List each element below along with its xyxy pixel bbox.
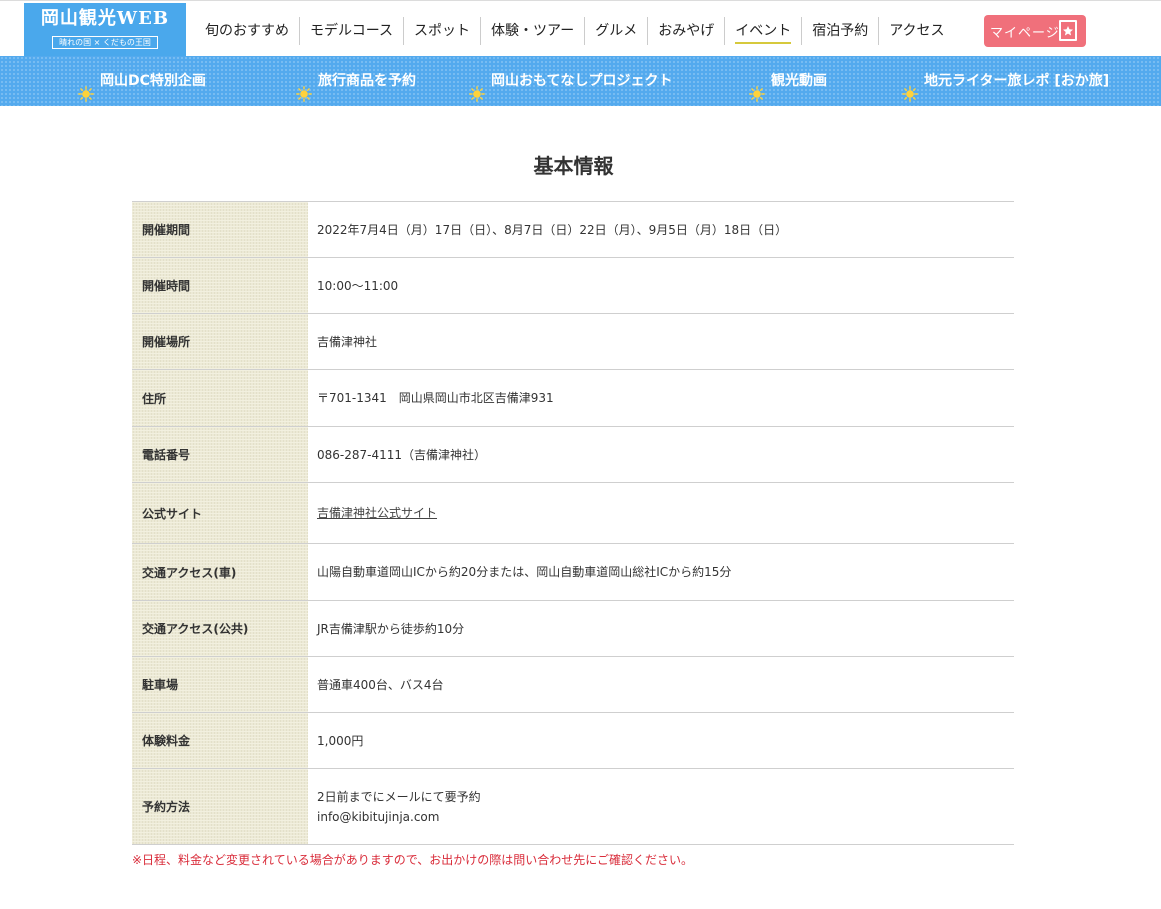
subnav-label: 観光動画: [771, 73, 827, 89]
row-value: 普通車400台、バス4台: [308, 656, 1014, 713]
row-label: 開催期間: [132, 201, 308, 258]
table-row: 開催時間 10:00〜11:00: [132, 257, 1014, 314]
table-row: 駐車場 普通車400台、バス4台: [132, 656, 1014, 713]
subnav-label: 地元ライター旅レポ [おか旅]: [924, 73, 1110, 89]
row-label: 予約方法: [132, 768, 308, 845]
nav-item-access[interactable]: アクセス: [879, 17, 954, 45]
row-label: 開催時間: [132, 257, 308, 314]
table-row: 体験料金 1,000円: [132, 712, 1014, 769]
table-row: 住所 〒701-1341 岡山県岡山市北区吉備津931: [132, 369, 1014, 427]
section-title: 基本情報: [533, 154, 614, 178]
sun-icon: [902, 73, 918, 102]
subnav-item-dc-special[interactable]: 岡山DC特別企画: [78, 56, 206, 106]
change-notice: ※日程、料金など変更されている場合がありますので、お出かけの際は問い合わせ先にご…: [132, 853, 693, 867]
subnav-label: 旅行商品を予約: [318, 73, 416, 89]
sun-icon: [78, 73, 94, 102]
row-label: 駐車場: [132, 656, 308, 713]
nav-item-event[interactable]: イベント: [725, 17, 803, 45]
nav-item-spot[interactable]: スポット: [404, 17, 482, 45]
nav-item-model-course[interactable]: モデルコース: [300, 17, 405, 45]
row-value: 086-287-4111（吉備津神社）: [308, 426, 1014, 483]
subnav-item-writer-report[interactable]: 地元ライター旅レポ [おか旅]: [902, 56, 1109, 106]
row-value: 2日前までにメールにて要予約 info@kibitujinja.com: [308, 768, 1014, 845]
table-row: 交通アクセス(公共) JR吉備津駅から徒歩約10分: [132, 600, 1014, 657]
row-value: 2022年7月4日（月）17日（日）、8月7日（日）22日（月）、9月5日（月）…: [308, 201, 1014, 258]
bookmark-star-icon: [1059, 20, 1077, 41]
row-value: 吉備津神社公式サイト: [308, 482, 1014, 544]
nav-item-seasonal[interactable]: 旬のおすすめ: [195, 17, 300, 45]
row-label: 体験料金: [132, 712, 308, 769]
subnav-item-book-travel[interactable]: 旅行商品を予約: [296, 56, 416, 106]
row-label: 交通アクセス(車): [132, 543, 308, 601]
row-value: 10:00〜11:00: [308, 257, 1014, 314]
row-label: 交通アクセス(公共): [132, 600, 308, 657]
reservation-email: info@kibitujinja.com: [317, 809, 440, 824]
basic-info-table: 開催期間 2022年7月4日（月）17日（日）、8月7日（日）22日（月）、9月…: [132, 201, 1014, 845]
table-row: 電話番号 086-287-4111（吉備津神社）: [132, 426, 1014, 483]
sun-icon: [296, 73, 312, 102]
row-value: JR吉備津駅から徒歩約10分: [308, 600, 1014, 657]
logo-title: 岡山観光WEB: [40, 8, 170, 29]
nav-item-gourmet[interactable]: グルメ: [585, 17, 649, 45]
sun-icon: [749, 73, 765, 102]
site-logo[interactable]: 岡山観光WEB 晴れの国 × くだもの王国: [24, 3, 186, 57]
global-nav: 旬のおすすめ モデルコース スポット 体験・ツアー グルメ おみやげ イベント …: [195, 17, 955, 45]
mypage-button[interactable]: マイページ: [984, 15, 1086, 47]
row-label: 住所: [132, 369, 308, 427]
row-value: 〒701-1341 岡山県岡山市北区吉備津931: [308, 369, 1014, 427]
nav-item-souvenir[interactable]: おみやげ: [648, 17, 726, 45]
row-label: 電話番号: [132, 426, 308, 483]
nav-item-hotel-booking[interactable]: 宿泊予約: [802, 17, 880, 45]
subnav-label: 岡山おもてなしプロジェクト: [491, 73, 673, 89]
subnav-label: 岡山DC特別企画: [100, 73, 206, 89]
table-row: 公式サイト 吉備津神社公式サイト: [132, 482, 1014, 544]
row-value: 1,000円: [308, 712, 1014, 769]
official-site-link[interactable]: 吉備津神社公式サイト: [317, 506, 437, 520]
row-value: 山陽自動車道岡山ICから約20分または、岡山自動車道岡山総社ICから約15分: [308, 543, 1014, 601]
row-label: 開催場所: [132, 313, 308, 370]
table-row: 開催期間 2022年7月4日（月）17日（日）、8月7日（日）22日（月）、9月…: [132, 201, 1014, 258]
subnav-item-video[interactable]: 観光動画: [749, 56, 827, 106]
reservation-method: 2日前までにメールにて要予約: [317, 789, 481, 804]
sun-icon: [469, 73, 485, 102]
nav-item-experience-tour[interactable]: 体験・ツアー: [481, 17, 586, 45]
logo-tagline: 晴れの国 × くだもの王国: [52, 36, 158, 49]
subnav-item-omotenashi[interactable]: 岡山おもてなしプロジェクト: [469, 56, 672, 106]
row-label: 公式サイト: [132, 482, 308, 544]
mypage-label: マイページ: [990, 25, 1060, 41]
table-row: 予約方法 2日前までにメールにて要予約 info@kibitujinja.com: [132, 768, 1014, 845]
table-row: 開催場所 吉備津神社: [132, 313, 1014, 370]
row-value: 吉備津神社: [308, 313, 1014, 370]
sub-nav: 岡山DC特別企画 旅行商品を予約 岡山おもてなしプロジェクト 観光動画 地元ライ…: [0, 56, 1161, 106]
site-header: 岡山観光WEB 晴れの国 × くだもの王国 旬のおすすめ モデルコース スポット…: [0, 0, 1161, 57]
table-row: 交通アクセス(車) 山陽自動車道岡山ICから約20分または、岡山自動車道岡山総社…: [132, 543, 1014, 601]
